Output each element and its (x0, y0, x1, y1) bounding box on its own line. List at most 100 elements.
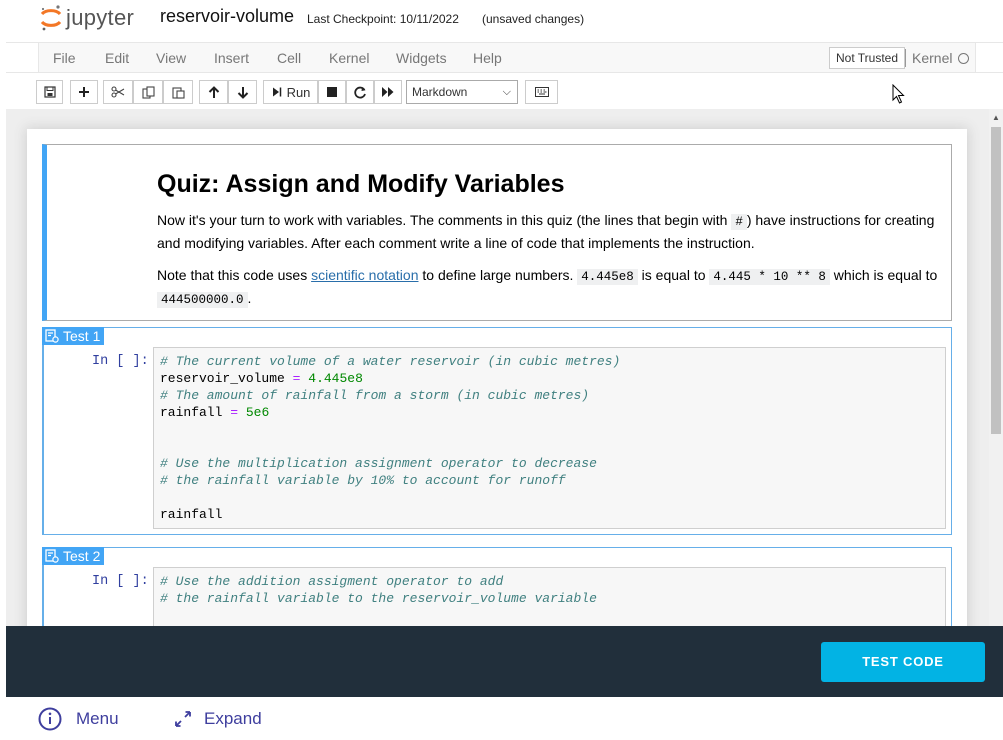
restart-kernel-button[interactable] (346, 80, 374, 104)
quiz-title: Quiz: Assign and Modify Variables (157, 170, 565, 198)
chevron-down-icon: ⌵ (502, 86, 511, 98)
copy-button[interactable] (133, 80, 163, 104)
menu-edit[interactable]: Edit (105, 50, 129, 66)
jupyter-logo[interactable]: jupyter (38, 3, 150, 33)
notebook-name[interactable]: reservoir-volume (160, 6, 294, 27)
menu-cell[interactable]: Cell (277, 50, 301, 66)
code-variable: rainfall (160, 507, 223, 522)
cut-icon (111, 86, 125, 98)
instructions-paragraph: Now it's your turn to work with variable… (157, 210, 947, 254)
kernel-idle-icon (958, 53, 969, 64)
info-icon (38, 707, 62, 731)
expand-label: Expand (204, 709, 262, 728)
fast-forward-icon (382, 87, 394, 97)
workspace-nav-bar: Menu Expand (6, 697, 1003, 740)
code-number: 5e6 (245, 405, 270, 420)
test-label-text: Test 1 (63, 328, 101, 344)
move-down-button[interactable] (228, 80, 257, 104)
test-code-button[interactable]: TEST CODE (821, 642, 985, 682)
restart-run-all-button[interactable] (374, 80, 402, 104)
notation-text: . (247, 290, 252, 306)
menu-label: Menu (76, 709, 119, 728)
menu-container: File Edit View Insert Cell Kernel Widget… (38, 42, 976, 73)
run-label: Run (286, 84, 311, 100)
cell-type-value: Markdown (412, 85, 468, 99)
code-comment: # Use the multiplication assignment oper… (160, 456, 597, 471)
code-comment: # the rainfall variable by 10% to accoun… (160, 473, 566, 488)
kernel-name: Kernel (912, 50, 953, 66)
notebook-page: Quiz: Assign and Modify Variables Now it… (27, 129, 967, 626)
code-editor[interactable]: # Use the addition assigment operator to… (153, 567, 946, 626)
command-palette-button[interactable] (525, 80, 558, 104)
code-comment: # The current volume of a water reservoi… (160, 354, 621, 369)
code-comment: # Use the addition assigment operator to… (160, 574, 504, 589)
notation-text: Note that this code uses (157, 267, 312, 283)
jupyter-logo-icon (40, 5, 62, 31)
inline-code: 4.445 * 10 ** 8 (709, 269, 830, 285)
expand-icon (175, 711, 191, 727)
cell-type-select[interactable]: Markdown ⌵ (406, 80, 518, 104)
menu-button[interactable]: Menu (38, 707, 119, 731)
code-cell-test-2[interactable]: Test 2 In [ ]: # Use the addition assigm… (42, 547, 952, 626)
scientific-notation-link[interactable]: scientific notation (311, 267, 418, 283)
inline-code: # (731, 214, 747, 230)
cut-button[interactable] (103, 80, 133, 104)
checkpoint-status: Last Checkpoint: 10/11/2022 (307, 12, 459, 26)
code-variable: rainfall (160, 405, 223, 420)
restart-icon (353, 86, 366, 98)
input-prompt: In [ ]: (92, 574, 149, 589)
workspace-bottom-bar: TEST CODE (6, 626, 1003, 697)
move-up-button[interactable] (199, 80, 228, 104)
menu-widgets[interactable]: Widgets (396, 50, 447, 66)
test-label-text: Test 2 (63, 548, 101, 564)
keyboard-icon (534, 87, 549, 97)
scrollbar-thumb[interactable] (991, 127, 1001, 434)
instructions-text: Now it's your turn to work with variable… (157, 212, 732, 228)
jupyter-logo-text: jupyter (66, 5, 135, 30)
input-prompt: In [ ]: (92, 354, 149, 369)
scroll-up-icon[interactable]: ▲ (992, 113, 1000, 122)
not-trusted-button[interactable]: Not Trusted (829, 47, 906, 69)
run-button[interactable]: Run (263, 80, 318, 104)
notation-text: which is equal to (829, 267, 938, 283)
code-number: 4.445e8 (308, 371, 363, 386)
test-label: Test 1 (42, 327, 105, 345)
menu-view[interactable]: View (156, 50, 186, 66)
toolbar: Run Markdown ⌵ (0, 73, 1003, 109)
code-comment: # The amount of rainfall from a storm (i… (160, 388, 590, 403)
menu-file[interactable]: File (53, 50, 76, 66)
code-editor[interactable]: # The current volume of a water reservoi… (153, 347, 946, 529)
menu-bar: File Edit View Insert Cell Kernel Widget… (6, 42, 1003, 73)
run-icon (272, 87, 281, 97)
menu-kernel[interactable]: Kernel (329, 50, 369, 66)
expand-button[interactable]: Expand (174, 707, 262, 731)
save-button[interactable] (36, 80, 63, 104)
test-cell-icon (45, 329, 59, 343)
test-label: Test 2 (42, 547, 105, 565)
inline-code: 444500000.0 (157, 292, 248, 308)
arrow-up-icon (208, 85, 219, 98)
test-cell-icon (45, 549, 59, 563)
menu-help[interactable]: Help (473, 50, 502, 66)
mouse-cursor-icon (892, 84, 905, 104)
arrow-down-icon (237, 86, 248, 99)
insert-cell-button[interactable] (70, 80, 98, 104)
menu-insert[interactable]: Insert (214, 50, 249, 66)
paste-icon (171, 86, 185, 99)
notation-text: is equal to (637, 267, 710, 283)
stop-icon (327, 87, 337, 97)
notation-paragraph: Note that this code uses scientific nota… (157, 265, 947, 311)
code-operator: = (292, 371, 301, 386)
notation-text: to define large numbers. (418, 267, 578, 283)
notebook-container: Quiz: Assign and Modify Variables Now it… (6, 109, 989, 626)
paste-button[interactable] (163, 80, 193, 104)
markdown-cell[interactable]: Quiz: Assign and Modify Variables Now it… (42, 144, 952, 321)
notebook-header: jupyter reservoir-volume Last Checkpoint… (0, 0, 1003, 42)
inline-code: 4.445e8 (577, 269, 638, 285)
code-comment: # the rainfall variable to the reservoir… (160, 591, 597, 606)
code-cell-test-1[interactable]: Test 1 In [ ]: # The current volume of a… (42, 327, 952, 535)
code-operator: = (230, 405, 239, 420)
code-variable: reservoir_volume (160, 371, 285, 386)
plus-icon (79, 87, 89, 97)
interrupt-button[interactable] (318, 80, 346, 104)
